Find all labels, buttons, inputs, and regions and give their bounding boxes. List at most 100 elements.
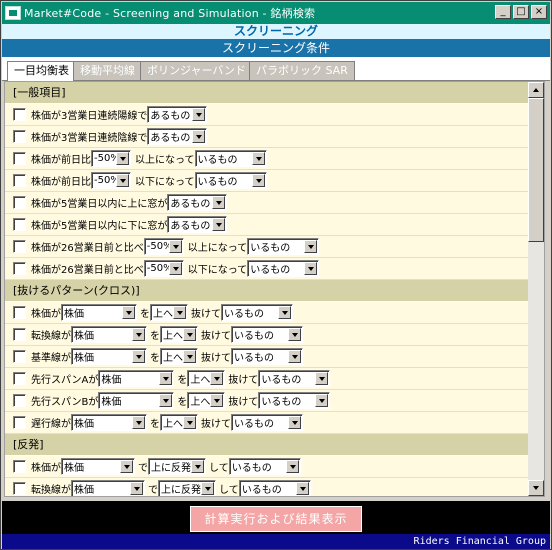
select-value: 上に反発 bbox=[151, 463, 191, 474]
rebound-select[interactable]: 上に反発 bbox=[148, 458, 206, 475]
select-value: 株価 bbox=[64, 309, 84, 320]
close-button[interactable]: × bbox=[531, 5, 547, 19]
scroll-down-button[interactable] bbox=[528, 480, 544, 496]
chevron-down-icon bbox=[116, 174, 129, 187]
tab-parabolic-sar[interactable]: パラボリック SAR bbox=[249, 61, 355, 81]
presence-select[interactable]: あるもの bbox=[147, 106, 208, 123]
direction-select[interactable]: 上へ bbox=[187, 370, 226, 387]
line-select[interactable]: 株価 bbox=[61, 458, 135, 475]
condition-label: を bbox=[177, 397, 188, 408]
condition-label: 抜けて bbox=[191, 309, 221, 320]
percent-select[interactable]: -50% bbox=[143, 238, 184, 255]
condition-checkbox[interactable] bbox=[13, 240, 26, 253]
tab-bar: 一目均衡表 移動平均線 ボリンジャーバンド パラボリック SAR bbox=[2, 57, 550, 82]
state-select[interactable]: いるもの bbox=[247, 260, 320, 277]
condition-checkbox[interactable] bbox=[13, 416, 26, 429]
chevron-down-icon bbox=[201, 482, 214, 495]
tab-ichimoku[interactable]: 一目均衡表 bbox=[7, 61, 76, 82]
presence-select[interactable]: あるもの bbox=[147, 128, 208, 145]
condition-checkbox[interactable] bbox=[13, 328, 26, 341]
maximize-button[interactable]: □ bbox=[513, 5, 529, 19]
tab-moving-average[interactable]: 移動平均線 bbox=[73, 61, 142, 81]
condition-label: 抜けて bbox=[228, 375, 259, 386]
run-calculation-button[interactable]: 計算実行および結果表示 bbox=[190, 506, 362, 532]
window-title: Market#Code - Screening and Simulation -… bbox=[24, 7, 316, 20]
condition-checkbox[interactable] bbox=[13, 372, 26, 385]
chevron-down-icon bbox=[168, 262, 182, 275]
condition-checkbox[interactable] bbox=[13, 306, 26, 319]
line-select[interactable]: 株価 bbox=[71, 326, 147, 343]
percent-select[interactable]: -50% bbox=[91, 172, 131, 189]
condition-checkbox[interactable] bbox=[13, 130, 26, 143]
state-select[interactable]: いるもの bbox=[258, 370, 331, 387]
direction-select[interactable]: 上へ bbox=[160, 348, 198, 365]
select-value: いるもの bbox=[197, 155, 238, 166]
state-select[interactable]: いるもの bbox=[231, 414, 303, 431]
chevron-down-icon bbox=[210, 394, 224, 407]
line-select[interactable]: 株価 bbox=[71, 414, 147, 431]
select-value: あるもの bbox=[150, 111, 191, 122]
condition-checkbox[interactable] bbox=[13, 482, 26, 495]
chevron-down-icon bbox=[192, 108, 206, 121]
line-select[interactable]: 株価 bbox=[71, 348, 147, 365]
vertical-scrollbar[interactable] bbox=[528, 82, 544, 496]
chevron-down-icon bbox=[192, 130, 206, 143]
state-select[interactable]: いるもの bbox=[231, 326, 303, 343]
state-select[interactable]: いるもの bbox=[194, 150, 267, 167]
condition-label: 以下になって bbox=[135, 177, 195, 188]
condition-checkbox[interactable] bbox=[13, 152, 26, 165]
chevron-down-icon bbox=[132, 350, 145, 363]
condition-label: して bbox=[219, 485, 239, 496]
condition-checkbox[interactable] bbox=[13, 350, 26, 363]
condition-row: 株価が前日比 -50% 以下になって いるもの bbox=[5, 170, 544, 192]
minimize-button[interactable]: _ bbox=[495, 5, 511, 19]
title-bar[interactable]: Market#Code - Screening and Simulation -… bbox=[2, 2, 550, 24]
select-value: いるもの bbox=[224, 309, 264, 320]
condition-label: を bbox=[140, 309, 150, 320]
condition-checkbox[interactable] bbox=[13, 196, 26, 209]
state-select[interactable]: いるもの bbox=[194, 172, 267, 189]
condition-row: 株価が3営業日連続陰線で あるもの bbox=[5, 126, 544, 148]
direction-select[interactable]: 上へ bbox=[187, 392, 226, 409]
condition-checkbox[interactable] bbox=[13, 262, 26, 275]
condition-row: 先行スパンAが 株価 を 上へ 抜けて いるもの bbox=[5, 368, 544, 390]
select-value: 株価 bbox=[74, 485, 94, 496]
footer-company: Riders Financial Group bbox=[2, 534, 550, 549]
state-select[interactable]: いるもの bbox=[231, 348, 303, 365]
condition-checkbox[interactable] bbox=[13, 218, 26, 231]
rebound-select[interactable]: 上に反発 bbox=[158, 480, 216, 496]
condition-label: 株価が bbox=[31, 309, 61, 320]
screening-conditions-panel: [一般項目] 株価が3営業日連続陽線で あるもの 株価が3営業日連続陰線で ある… bbox=[4, 81, 545, 497]
condition-checkbox[interactable] bbox=[13, 174, 26, 187]
condition-checkbox[interactable] bbox=[13, 394, 26, 407]
percent-select[interactable]: -50% bbox=[91, 150, 131, 167]
presence-select[interactable]: あるもの bbox=[167, 216, 228, 233]
state-select[interactable]: いるもの bbox=[228, 458, 301, 475]
chevron-down-icon bbox=[130, 482, 143, 495]
state-select[interactable]: いるもの bbox=[247, 238, 320, 255]
line-select[interactable]: 株価 bbox=[71, 480, 145, 496]
chevron-down-icon bbox=[288, 350, 301, 363]
percent-select[interactable]: -50% bbox=[143, 260, 184, 277]
chevron-down-icon bbox=[173, 306, 186, 319]
state-select[interactable]: いるもの bbox=[238, 480, 311, 496]
scroll-thumb[interactable] bbox=[528, 98, 544, 242]
state-select[interactable]: いるもの bbox=[221, 304, 293, 321]
condition-checkbox[interactable] bbox=[13, 108, 26, 121]
direction-select[interactable]: 上へ bbox=[160, 326, 198, 343]
condition-checkbox[interactable] bbox=[13, 460, 26, 473]
scroll-up-button[interactable] bbox=[528, 82, 544, 98]
direction-select[interactable]: 上へ bbox=[150, 304, 188, 321]
condition-label: を bbox=[150, 353, 160, 364]
line-select[interactable]: 株価 bbox=[61, 304, 137, 321]
section-general: [一般項目] bbox=[5, 82, 544, 104]
presence-select[interactable]: あるもの bbox=[167, 194, 228, 211]
tab-bollinger-band[interactable]: ボリンジャーバンド bbox=[140, 61, 253, 81]
line-select[interactable]: 株価 bbox=[98, 370, 175, 387]
condition-label: 転換線が bbox=[31, 485, 71, 496]
chevron-down-icon bbox=[191, 460, 204, 473]
state-select[interactable]: いるもの bbox=[258, 392, 331, 409]
condition-row: 遅行線が 株価 を 上へ 抜けて いるもの bbox=[5, 412, 544, 434]
direction-select[interactable]: 上へ bbox=[160, 414, 198, 431]
line-select[interactable]: 株価 bbox=[98, 392, 175, 409]
